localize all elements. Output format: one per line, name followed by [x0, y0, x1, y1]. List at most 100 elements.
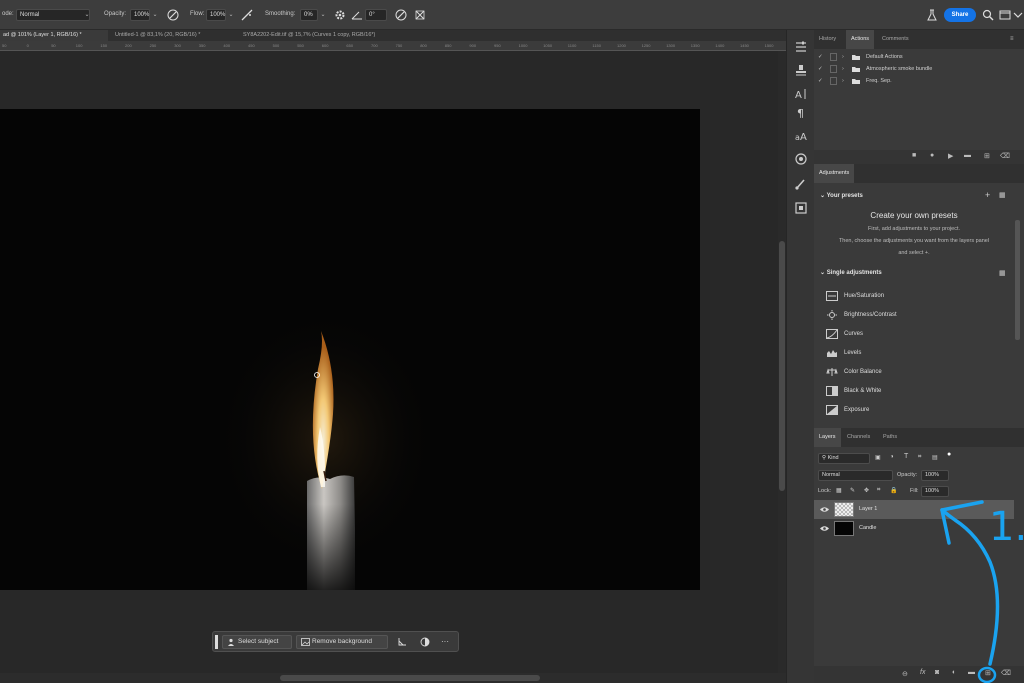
adjustment-circle-icon[interactable] — [420, 637, 430, 647]
trash-icon[interactable]: ⌫ — [1001, 669, 1011, 677]
new-layer-icon[interactable]: ⊞ — [985, 669, 991, 677]
crop-transform-icon[interactable] — [397, 637, 407, 647]
properties-icon[interactable] — [794, 39, 808, 53]
document-image[interactable] — [0, 109, 700, 590]
libraries-icon[interactable] — [794, 201, 808, 215]
new-set-icon[interactable]: ▬ — [964, 152, 971, 159]
filter-pixel-icon[interactable]: ▣ — [875, 454, 881, 461]
chevron-down-icon[interactable] — [1011, 8, 1024, 22]
angle-input[interactable]: 0° — [365, 9, 387, 21]
gear-icon[interactable] — [333, 8, 347, 22]
horizontal-scrollbar[interactable] — [0, 673, 786, 683]
chevron-right-icon[interactable]: › — [842, 63, 844, 75]
adjustment-exposure[interactable]: Exposure — [824, 401, 1014, 419]
glyphs-icon[interactable]: aA — [794, 128, 808, 142]
brush-icon[interactable] — [794, 177, 808, 191]
checkmark-icon[interactable]: ✓ — [818, 75, 823, 87]
layer-row-candle[interactable]: Candle — [814, 519, 1014, 538]
chevron-right-icon[interactable]: › — [842, 75, 844, 87]
paragraph-icon[interactable]: ¶ — [794, 105, 808, 119]
filter-adjustment-icon[interactable]: ◑ — [890, 454, 894, 460]
grid-view-icon[interactable]: ▦ — [999, 191, 1006, 199]
record-icon[interactable]: ● — [930, 152, 934, 159]
adjustment-color-balance[interactable]: Color Balance — [824, 363, 1014, 381]
stamp-icon[interactable] — [794, 63, 808, 77]
dialog-toggle[interactable] — [830, 53, 837, 61]
link-layers-icon[interactable]: ⊖ — [902, 670, 908, 678]
canvas-area[interactable] — [0, 51, 778, 673]
lock-transparency-icon[interactable]: ▦ — [836, 487, 842, 494]
chevron-down-icon[interactable]: ⌄ — [318, 9, 328, 21]
grid-view-icon[interactable]: ▦ — [999, 269, 1006, 277]
symmetry-icon[interactable] — [413, 8, 427, 22]
layer-opacity-input[interactable]: 100% — [921, 470, 949, 481]
select-subject-button[interactable]: Select subject — [222, 635, 292, 649]
tab-document-1[interactable]: ad @ 101% (Layer 1, RGB/16) * — [0, 30, 108, 41]
remove-background-button[interactable]: Remove background — [296, 635, 388, 649]
chevron-down-icon[interactable]: ⌄ — [150, 9, 160, 21]
filter-toggle-icon[interactable]: ● — [947, 451, 951, 458]
flow-input[interactable]: 100% — [206, 9, 226, 21]
adjustment-hue-saturation[interactable]: Hue/Saturation — [824, 287, 1014, 305]
lock-image-icon[interactable]: ✎ — [850, 487, 855, 494]
eye-icon[interactable] — [820, 525, 829, 532]
workspace-icon[interactable] — [998, 8, 1012, 22]
tab-channels[interactable]: Channels — [842, 428, 875, 447]
stop-icon[interactable]: ■ — [912, 152, 916, 159]
add-mask-icon[interactable]: ◙ — [935, 669, 939, 676]
checkmark-icon[interactable]: ✓ — [818, 51, 823, 63]
your-presets-header[interactable]: ⌄ Your presets — [820, 192, 863, 199]
layer-filter-kind[interactable]: ⚲ Kind — [818, 453, 870, 464]
layer-row-layer-1[interactable]: Layer 1 — [814, 500, 1014, 519]
adjustment-levels[interactable]: Levels — [824, 344, 1014, 362]
tab-actions[interactable]: Actions — [846, 30, 875, 49]
opacity-input[interactable]: 100% — [130, 9, 150, 21]
adjustments-scrollbar[interactable] — [1015, 220, 1020, 340]
action-set-row[interactable]: ✓ › Default Actions — [814, 51, 1024, 63]
more-options-button[interactable]: ··· — [441, 637, 449, 646]
drag-handle[interactable] — [215, 635, 218, 649]
search-icon[interactable] — [981, 8, 995, 22]
pressure-size-icon[interactable] — [394, 8, 408, 22]
action-set-row[interactable]: ✓ › Atmospheric smoke bundle — [814, 63, 1024, 75]
layer-blend-mode-select[interactable]: Normal — [818, 470, 893, 481]
panel-menu-icon[interactable]: ≡ — [1010, 36, 1014, 42]
filter-type-icon[interactable]: T — [904, 453, 908, 460]
filter-smart-object-icon[interactable]: ▤ — [932, 454, 938, 461]
smoothing-input[interactable]: 0% — [300, 9, 318, 21]
tab-comments[interactable]: Comments — [877, 30, 914, 49]
tab-layers[interactable]: Layers — [814, 428, 841, 447]
trash-icon[interactable]: ⌫ — [1000, 152, 1010, 160]
adjustment-curves[interactable]: Curves — [824, 325, 1014, 343]
play-icon[interactable]: ▶ — [948, 152, 953, 160]
fx-button[interactable]: fx — [920, 669, 925, 676]
tab-document-2[interactable]: Untitled-1 @ 83,1% (20, RGB/16) * — [112, 30, 237, 41]
dialog-toggle[interactable] — [830, 65, 837, 73]
new-group-icon[interactable]: ▬ — [968, 669, 975, 676]
character-icon[interactable]: A — [794, 87, 808, 101]
dialog-toggle[interactable] — [830, 77, 837, 85]
single-adjustments-header[interactable]: ⌄ Single adjustments — [820, 269, 882, 276]
adjustment-black-white[interactable]: Black & White — [824, 382, 1014, 400]
tab-adjustments[interactable]: Adjustments — [814, 164, 855, 183]
filter-shape-icon[interactable]: ⌗ — [918, 454, 921, 461]
chevron-down-icon[interactable]: ⌄ — [226, 9, 236, 21]
flask-icon[interactable] — [925, 8, 939, 22]
chevron-right-icon[interactable]: › — [842, 51, 844, 63]
tab-history[interactable]: History — [814, 30, 841, 49]
action-set-row[interactable]: ✓ › Freq. Sep. — [814, 75, 1024, 87]
new-action-icon[interactable]: ⊞ — [984, 152, 990, 160]
lock-position-icon[interactable]: ✥ — [864, 487, 869, 494]
adjustment-brightness-contrast[interactable]: Brightness/Contrast — [824, 306, 1014, 324]
vertical-scrollbar[interactable] — [778, 51, 786, 673]
tab-document-3[interactable]: SY8A2202-Edit.tif @ 15,7% (Curves 1 copy… — [240, 30, 415, 41]
fill-input[interactable]: 100% — [921, 486, 949, 497]
blend-mode-select[interactable]: Normal — [16, 9, 90, 21]
pressure-opacity-icon[interactable] — [166, 8, 180, 22]
adjustment-layer-icon[interactable]: ◐ — [952, 669, 956, 676]
tab-paths[interactable]: Paths — [878, 428, 902, 447]
share-button[interactable]: Share — [944, 8, 976, 22]
airbrush-icon[interactable] — [240, 8, 254, 22]
color-swatch-icon[interactable] — [794, 152, 808, 166]
add-preset-icon[interactable]: + — [985, 190, 990, 200]
